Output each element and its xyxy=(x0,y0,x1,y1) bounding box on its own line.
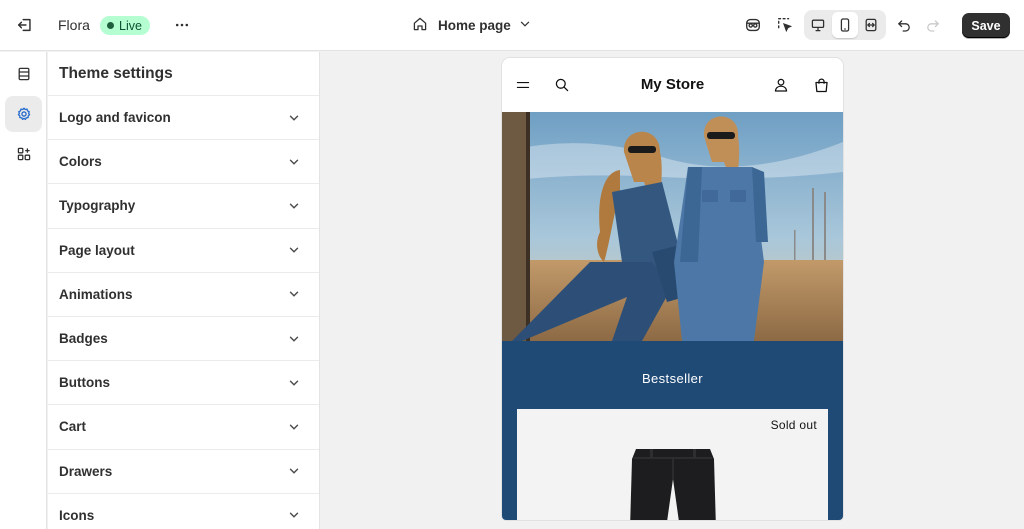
settings-row-animations[interactable]: Animations xyxy=(48,273,319,317)
chevron-down-icon xyxy=(287,508,301,522)
chevron-down-icon xyxy=(287,287,301,301)
account-icon[interactable] xyxy=(770,74,792,96)
chevron-down-icon xyxy=(287,199,301,213)
chevron-down-icon xyxy=(287,155,301,169)
settings-row-logo-and-favicon[interactable]: Logo and favicon xyxy=(48,96,319,141)
apps-icon[interactable] xyxy=(5,136,42,172)
settings-row-page-layout[interactable]: Page layout xyxy=(48,229,319,273)
bestseller-collection: Bestseller Sold out xyxy=(502,341,843,520)
sections-icon[interactable] xyxy=(5,56,42,92)
settings-row-badges[interactable]: Badges xyxy=(48,317,319,362)
chevron-down-icon xyxy=(519,18,531,33)
page-selector[interactable]: Home page xyxy=(412,12,531,38)
product-image[interactable] xyxy=(630,449,716,520)
settings-row-typography[interactable]: Typography xyxy=(48,184,319,229)
panel-title: Theme settings xyxy=(48,52,319,96)
cart-icon[interactable] xyxy=(810,74,832,96)
live-dot-icon xyxy=(107,22,114,29)
chevron-down-icon xyxy=(287,420,301,434)
settings-row-label: Logo and favicon xyxy=(59,110,171,126)
settings-row-cart[interactable]: Cart xyxy=(48,405,319,450)
mobile-icon[interactable] xyxy=(832,12,858,38)
settings-row-label: Buttons xyxy=(59,375,110,391)
select-element-icon[interactable] xyxy=(772,12,798,38)
gear-icon[interactable] xyxy=(5,96,42,132)
chevron-down-icon xyxy=(287,376,301,390)
settings-row-label: Cart xyxy=(59,419,87,435)
page-selector-label: Home page xyxy=(438,17,511,33)
chevron-down-icon xyxy=(287,332,301,346)
settings-row-colors[interactable]: Colors xyxy=(48,140,319,185)
inspector-icon[interactable] xyxy=(740,12,766,38)
settings-list: Logo and favicon Colors Typography Page lay… xyxy=(48,96,319,529)
chevron-down-icon xyxy=(287,243,301,257)
settings-row-label: Drawers xyxy=(59,463,113,479)
exit-icon[interactable] xyxy=(12,12,38,38)
theme-settings-panel: Theme settings Logo and favicon Colors Typ… xyxy=(48,52,320,529)
mobile-preview: My Store Bestseller Sold out xyxy=(502,58,843,520)
desktop-icon[interactable] xyxy=(805,12,831,38)
live-status-badge: Live xyxy=(100,16,150,35)
settings-row-drawers[interactable]: Drawers xyxy=(48,450,319,494)
redo-icon[interactable] xyxy=(920,12,946,38)
editor-top-bar: Flora Live Home page Save xyxy=(0,0,1024,51)
collection-heading[interactable]: Bestseller xyxy=(502,371,843,386)
sold-out-badge: Sold out xyxy=(770,418,817,432)
settings-row-label: Colors xyxy=(59,154,102,170)
chevron-down-icon xyxy=(287,111,301,125)
hero-image[interactable] xyxy=(502,112,843,341)
undo-icon[interactable] xyxy=(891,12,917,38)
settings-row-buttons[interactable]: Buttons xyxy=(48,361,319,406)
settings-row-label: Typography xyxy=(59,198,136,214)
settings-row-label: Animations xyxy=(59,286,133,302)
full-width-icon[interactable] xyxy=(858,12,884,38)
store-header: My Store xyxy=(502,58,843,112)
home-icon xyxy=(412,16,428,35)
settings-row-label: Badges xyxy=(59,331,108,347)
chevron-down-icon xyxy=(287,464,301,478)
live-status-label: Live xyxy=(119,18,142,33)
theme-name: Flora xyxy=(58,17,90,33)
settings-row-label: Page layout xyxy=(59,242,135,258)
settings-row-icons[interactable]: Icons xyxy=(48,494,319,529)
ellipsis-icon[interactable] xyxy=(169,12,195,38)
editor-rail xyxy=(0,52,47,529)
device-toggle-group xyxy=(804,10,886,40)
settings-row-label: Icons xyxy=(59,507,95,523)
save-button[interactable]: Save xyxy=(962,13,1010,38)
product-card[interactable]: Sold out xyxy=(517,409,828,520)
